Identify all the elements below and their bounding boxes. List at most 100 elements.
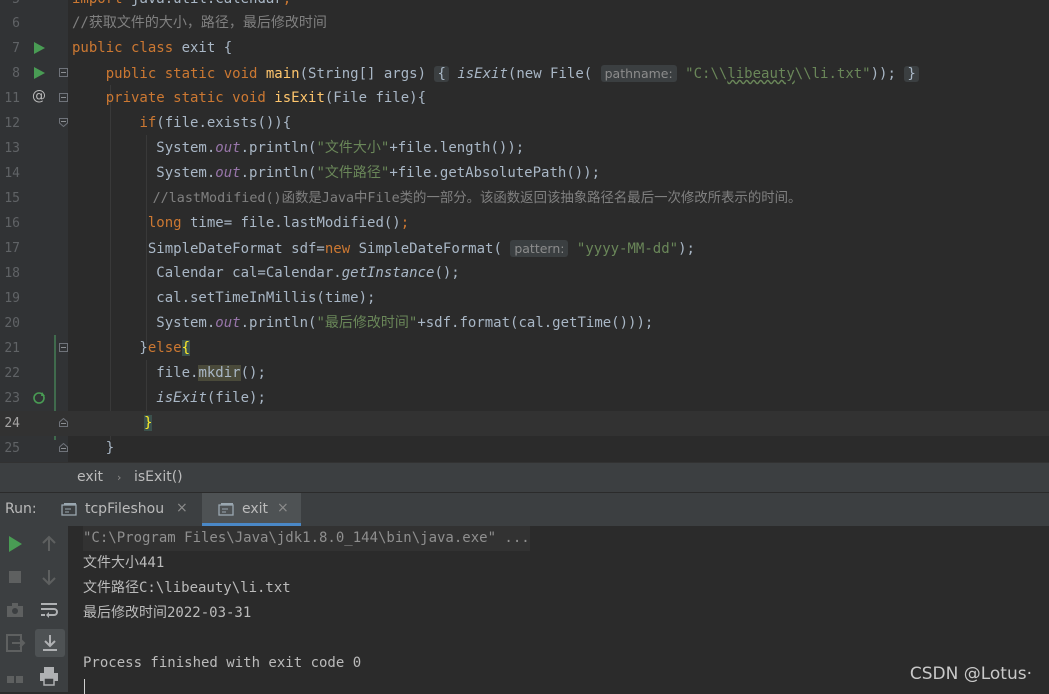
breadcrumb-separator-icon: › [117, 471, 122, 484]
comment-text: //获取文件的大小，路径，最后修改时间 [72, 15, 327, 31]
code-editor[interactable]: 5 import java.util.Calendar; 6 //获取文件的大小… [0, 0, 1049, 462]
breadcrumb-item-class[interactable]: exit [77, 469, 103, 485]
stop-icon[interactable] [3, 565, 27, 589]
breadcrumb-item-method[interactable]: isExit() [134, 469, 183, 485]
param-hint: pathname: [600, 65, 677, 82]
code-line[interactable]: 18 Calendar cal=Calendar.getInstance(); [0, 261, 1049, 286]
fold-end-icon[interactable] [59, 443, 68, 452]
line-number: 16 [4, 216, 20, 231]
code-line-current[interactable]: 24 } [0, 411, 1049, 436]
tab-tcpfileshou[interactable]: tcpFileshou × [52, 493, 202, 526]
line-number: 14 [4, 166, 20, 181]
console-line: Process finished with exit code 0 [83, 655, 362, 671]
tab-exit[interactable]: exit × [202, 493, 301, 526]
code-text: public class exit { [72, 40, 233, 56]
console-output[interactable]: "C:\Program Files\Java\jdk1.8.0_144\bin\… [68, 526, 1049, 694]
code-line[interactable]: 12 if(file.exists()){ [0, 111, 1049, 136]
code-line[interactable]: 14 System.out.println("文件路径"+file.getAbs… [0, 161, 1049, 186]
run-tool-window-header: Run: tcpFileshou × exit × [0, 492, 1049, 527]
close-icon[interactable]: × [277, 500, 289, 516]
line-number: 24 [4, 416, 20, 431]
code-line[interactable]: 6 //获取文件的大小，路径，最后修改时间 [0, 11, 1049, 36]
rerun-icon[interactable] [3, 532, 27, 556]
line-number: 13 [4, 141, 20, 156]
code-text: cal.setTimeInMillis(time); [72, 290, 376, 306]
code-text: } [144, 415, 153, 431]
code-line[interactable]: 13 System.out.println("文件大小"+file.length… [0, 136, 1049, 161]
recursive-call-icon[interactable]: @ [32, 88, 46, 104]
line-number: 22 [4, 366, 20, 381]
run-main-icon[interactable] [32, 66, 46, 80]
scroll-to-end-icon [43, 635, 57, 651]
run-class-icon[interactable] [32, 41, 46, 55]
code-text: if(file.exists()){ [139, 115, 292, 131]
code-text: } [72, 440, 115, 456]
console-icon [218, 503, 234, 516]
scroll-to-end-button[interactable] [35, 629, 65, 657]
line-number: 17 [4, 241, 20, 256]
code-text: }else{ [72, 340, 191, 356]
recursion-icon[interactable] [32, 391, 46, 405]
arrow-up-icon[interactable] [37, 532, 61, 556]
code-line[interactable]: 23 isExit(file); [0, 386, 1049, 411]
code-line[interactable]: 8 public static void main(String[] args)… [0, 61, 1049, 86]
line-number: 20 [4, 316, 20, 331]
console-icon [61, 503, 77, 516]
fold-end-icon[interactable] [59, 418, 68, 427]
code-line[interactable]: 19 cal.setTimeInMillis(time); [0, 286, 1049, 311]
run-toolbar [0, 526, 68, 692]
console-line: 文件路径C:\libeauty\li.txt [83, 580, 291, 596]
code-text: System.out.println("文件大小"+file.length())… [72, 140, 525, 156]
param-hint: pattern: [510, 240, 569, 257]
close-icon[interactable]: × [176, 500, 188, 516]
exit-icon[interactable] [3, 631, 27, 655]
tab-label: exit [242, 501, 269, 517]
code-text: Calendar cal=Calendar.getInstance(); [72, 265, 460, 281]
code-line[interactable]: 22 file.mkdir(); [0, 361, 1049, 386]
line-number: 8 [12, 66, 20, 81]
code-text: SimpleDateFormat sdf=new SimpleDateForma… [72, 240, 695, 257]
fold-toggle-icon[interactable] [59, 68, 68, 77]
code-text: long time= file.lastModified(); [147, 215, 410, 231]
code-line[interactable]: 16 long time= file.lastModified(); [0, 211, 1049, 236]
breadcrumb: exit › isExit() [0, 462, 1049, 493]
console-line: 最后修改时间2022-03-31 [83, 605, 252, 621]
line-number: 15 [4, 191, 20, 206]
code-line[interactable]: 21 }else{ [0, 336, 1049, 361]
line-number: 6 [12, 16, 20, 31]
code-text: System.out.println("文件路径"+file.getAbsolu… [72, 165, 601, 181]
arrow-down-icon[interactable] [37, 565, 61, 589]
code-line[interactable]: 11 @ private static void isExit(File fil… [0, 86, 1049, 111]
camera-icon[interactable] [3, 598, 27, 622]
line-number: 23 [4, 391, 20, 406]
code-text: file.mkdir(); [72, 365, 266, 381]
line-number: 7 [12, 41, 20, 56]
layout-icon[interactable] [3, 670, 27, 694]
watermark: CSDN @Lotus· [909, 664, 1032, 684]
code-line[interactable]: 20 System.out.println("最后修改时间"+sdf.forma… [0, 311, 1049, 336]
fold-toggle-icon[interactable] [59, 93, 68, 102]
code-line[interactable]: 7 public class exit { [0, 36, 1049, 61]
line-number: 18 [4, 266, 20, 281]
line-number: 21 [4, 341, 20, 356]
code-text: isExit(file); [156, 390, 266, 406]
fold-toggle-icon[interactable] [59, 343, 68, 352]
line-number: 12 [4, 116, 20, 131]
line-number: 25 [4, 441, 20, 456]
fold-toggle-icon[interactable] [59, 118, 68, 127]
line-number: 11 [4, 91, 20, 106]
soft-wrap-icon[interactable] [37, 598, 61, 622]
code-line[interactable]: 25 } [0, 436, 1049, 461]
code-text: System.out.println("最后修改时间"+sdf.format(c… [72, 315, 654, 331]
comment-text: //lastModified()函数是Java中File类的一部分。该函数返回该… [72, 191, 802, 206]
tab-label: tcpFileshou [85, 501, 165, 517]
run-label: Run: [5, 501, 37, 517]
console-line: 文件大小441 [83, 555, 165, 571]
code-text: private static void isExit(File file){ [72, 90, 427, 106]
line-number: 19 [4, 291, 20, 306]
console-command-line: "C:\Program Files\Java\jdk1.8.0_144\bin\… [83, 526, 530, 551]
code-line[interactable]: 17 SimpleDateFormat sdf=new SimpleDateFo… [0, 236, 1049, 261]
print-icon[interactable] [37, 664, 61, 688]
code-text: public static void main(String[] args) {… [72, 61, 919, 87]
code-line[interactable]: 15 //lastModified()函数是Java中File类的一部分。该函数… [0, 186, 1049, 211]
